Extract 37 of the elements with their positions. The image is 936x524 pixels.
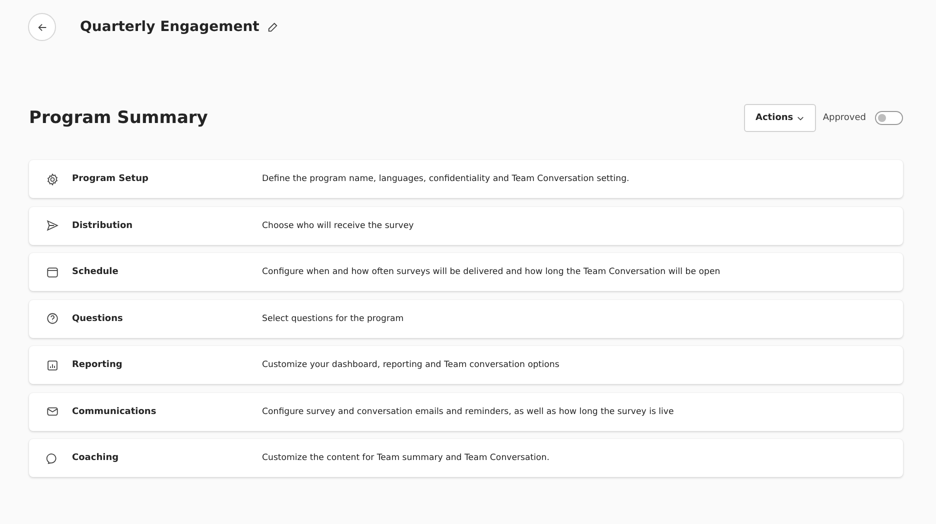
approved-label: Approved (822, 113, 866, 123)
section-description: Define the program name, languages, confidentiality and Team Conversation setting. (262, 174, 630, 184)
section-row[interactable]: Questions Select questions for the program (29, 300, 903, 338)
question-icon (46, 312, 59, 325)
section-row[interactable]: Program Setup Define the program name, languages, confidentiality and Team Conversation setting. (29, 160, 903, 198)
section-title: Program Summary (29, 108, 209, 128)
mail-icon (46, 405, 59, 418)
section-name: Schedule (72, 267, 120, 277)
section-name: Program Setup (72, 174, 150, 184)
send-icon (46, 219, 59, 232)
page-title: Quarterly Engagement (80, 19, 260, 35)
section-name: Communications (72, 406, 158, 416)
section-name: Reporting (72, 360, 124, 370)
section-description: Configure when and how often surveys will be delivered and how long the Team Conversation will be open (262, 267, 720, 277)
chevron-down-icon (797, 116, 804, 120)
section-name: Coaching (72, 453, 120, 463)
section-description: Customize your dashboard, reporting and Team conversation options (262, 360, 560, 370)
section-description: Choose who will receive the survey (262, 220, 414, 230)
section-row[interactable]: Distribution Choose who will receive the survey (29, 206, 903, 244)
back-button[interactable] (28, 13, 56, 41)
arrow-left-icon (36, 22, 48, 32)
section-description: Customize the content for Team summary and Team Conversation. (262, 453, 550, 463)
section-description: Configure survey and conversation emails and reminders, as well as how long the survey is live (262, 406, 674, 416)
approved-toggle[interactable] (875, 111, 903, 125)
gear-icon (46, 172, 59, 186)
section-name: Questions (72, 314, 124, 324)
section-description: Select questions for the program (262, 314, 404, 324)
section-name: Distribution (72, 220, 134, 230)
section-row[interactable]: Coaching Customize the content for Team summary and Team Conversation. (29, 439, 903, 477)
calendar-icon (46, 266, 59, 278)
section-row[interactable]: Reporting Customize your dashboard, reporting and Team conversation options (29, 346, 903, 384)
chat-icon (46, 452, 59, 464)
chart-icon (46, 358, 59, 372)
section-row[interactable]: Schedule Configure when and how often surveys will be delivered and how long the Team Conversation will be open (29, 253, 903, 291)
section-row[interactable]: Communications Configure survey and conversation emails and reminders, as well as how long the survey is live (29, 392, 903, 430)
actions-button[interactable]: Actions (744, 104, 816, 132)
edit-icon[interactable] (267, 22, 278, 32)
